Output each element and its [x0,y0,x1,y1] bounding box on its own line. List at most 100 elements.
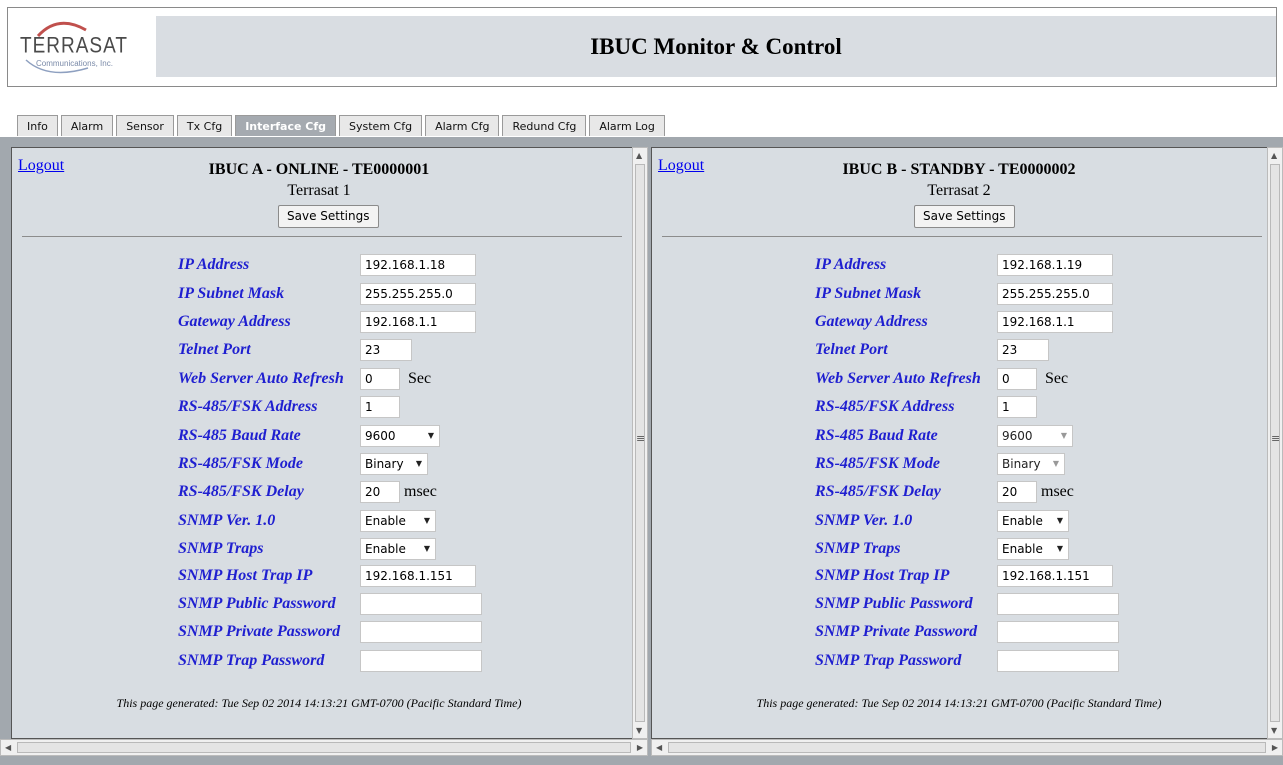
ip-address-field[interactable]: 192.168.1.19 [997,254,1113,276]
trap-password-field[interactable] [997,650,1119,672]
save-settings-button[interactable]: Save Settings [914,205,1015,228]
logo-name: TERRASAT [20,34,128,59]
auto-refresh-field[interactable]: 0 [360,368,400,390]
scroll-thumb[interactable] [668,742,1266,753]
tab-tx-cfg[interactable]: Tx Cfg [176,115,233,136]
label-baud-rate: RS-485 Baud Rate [178,427,301,444]
title-bar: IBUC Monitor & Control [156,16,1276,77]
save-settings-button[interactable]: Save Settings [278,205,379,228]
label-public-password: SNMP Public Password [815,595,973,612]
label-trap-password: SNMP Trap Password [815,652,962,669]
generated-timestamp: This page generated: Tue Sep 02 2014 14:… [116,696,522,710]
scroll-up-icon[interactable]: ▲ [1271,151,1277,160]
tab-sensor[interactable]: Sensor [116,115,174,136]
scroll-up-icon[interactable]: ▲ [636,151,642,160]
label-ip-address: IP Address [815,256,887,273]
snmp-version-value: Enable [1002,514,1043,528]
baud-rate-select[interactable]: 9600 ▼ [997,425,1073,447]
scroll-right-icon[interactable]: ▶ [637,743,643,752]
label-host-trap-ip: SNMP Host Trap IP [815,567,950,584]
logo-subtitle: Communications, Inc. [36,59,113,68]
scroll-left-icon[interactable]: ◀ [656,743,662,752]
snmp-version-select[interactable]: Enable ▼ [997,510,1069,532]
label-subnet-mask: IP Subnet Mask [815,285,922,302]
fsk-mode-select[interactable]: Binary ▼ [360,453,428,475]
company-logo: TERRASAT Communications, Inc. [8,8,156,86]
chevron-down-icon: ▼ [1056,516,1063,525]
snmp-traps-value: Enable [1002,542,1043,556]
unit-name: Terrasat 2 [927,182,991,199]
scroll-left-icon[interactable]: ◀ [5,743,11,752]
scroll-down-icon[interactable]: ▼ [636,726,642,735]
generated-timestamp: This page generated: Tue Sep 02 2014 14:… [756,696,1162,710]
public-password-field[interactable] [997,593,1119,615]
subnet-mask-field[interactable]: 255.255.255.0 [997,283,1113,305]
subnet-mask-field[interactable]: 255.255.255.0 [360,283,476,305]
auto-refresh-field[interactable]: 0 [997,368,1037,390]
label-trap-password: SNMP Trap Password [178,652,325,669]
label-fsk-mode: RS-485/FSK Mode [815,455,940,472]
unit-msec: msec [1041,483,1074,500]
vertical-scrollbar-b[interactable]: ▲ ≡ ▼ [1267,147,1283,739]
tab-redund-cfg[interactable]: Redund Cfg [502,115,587,136]
horizontal-scrollbar-b[interactable]: ◀ ▶ [651,739,1283,756]
label-gateway: Gateway Address [178,313,291,330]
fsk-delay-field[interactable]: 20 [360,481,400,503]
baud-rate-value: 9600 [365,429,396,443]
unit-title: IBUC B - STANDBY - TE0000002 [842,161,1076,178]
label-rs485-address: RS-485/FSK Address [178,398,318,415]
chevron-down-icon: ▼ [427,431,434,440]
telnet-port-field[interactable]: 23 [360,339,412,361]
scroll-right-icon[interactable]: ▶ [1272,743,1278,752]
label-rs485-address: RS-485/FSK Address [815,398,955,415]
fsk-mode-select[interactable]: Binary ▼ [997,453,1065,475]
label-private-password: SNMP Private Password [178,623,341,640]
host-trap-ip-field[interactable]: 192.168.1.151 [997,565,1113,587]
snmp-version-select[interactable]: Enable ▼ [360,510,436,532]
snmp-traps-select[interactable]: Enable ▼ [360,538,436,560]
ip-address-field[interactable]: 192.168.1.18 [360,254,476,276]
scroll-thumb[interactable] [17,742,631,753]
fsk-mode-value: Binary [1002,457,1041,471]
unit-title: IBUC A - ONLINE - TE0000001 [208,161,430,178]
host-trap-ip-field[interactable]: 192.168.1.151 [360,565,476,587]
label-gateway: Gateway Address [815,313,928,330]
tab-alarm[interactable]: Alarm [60,115,114,136]
tab-info[interactable]: Info [17,115,58,136]
grip-icon: ≡ [636,432,646,445]
horizontal-scrollbar-a[interactable]: ◀ ▶ [0,739,648,756]
gateway-field[interactable]: 192.168.1.1 [360,311,476,333]
tab-interface-cfg[interactable]: Interface Cfg [235,115,337,136]
scroll-down-icon[interactable]: ▼ [1271,726,1277,735]
snmp-traps-select[interactable]: Enable ▼ [997,538,1069,560]
chevron-down-icon: ▼ [423,544,430,553]
divider [22,236,622,237]
chevron-down-icon: ▼ [415,459,422,468]
fsk-delay-field[interactable]: 20 [997,481,1037,503]
private-password-field[interactable] [360,621,482,643]
rs485-address-field[interactable]: 1 [360,396,400,418]
chevron-down-icon: ▼ [1056,544,1063,553]
trap-password-field[interactable] [360,650,482,672]
private-password-field[interactable] [997,621,1119,643]
tab-alarm-cfg[interactable]: Alarm Cfg [425,115,500,136]
snmp-version-value: Enable [365,514,406,528]
gateway-field[interactable]: 192.168.1.1 [997,311,1113,333]
label-snmp-traps: SNMP Traps [815,540,901,557]
label-telnet-port: Telnet Port [815,341,888,358]
panel-ibuc-b: Logout IBUC B - STANDBY - TE0000002 Terr… [651,147,1277,739]
label-telnet-port: Telnet Port [178,341,251,358]
snmp-traps-value: Enable [365,542,406,556]
page-title: IBUC Monitor & Control [590,33,842,59]
tab-system-cfg[interactable]: System Cfg [339,115,423,136]
baud-rate-value: 9600 [1002,429,1033,443]
panel-ibuc-a: Logout IBUC A - ONLINE - TE0000001 Terra… [11,147,637,739]
tab-bar: Info Alarm Sensor Tx Cfg Interface Cfg S… [17,115,668,137]
vertical-scrollbar-a[interactable]: ▲ ≡ ▼ [632,147,648,739]
tab-alarm-log[interactable]: Alarm Log [589,115,665,136]
public-password-field[interactable] [360,593,482,615]
baud-rate-select[interactable]: 9600 ▼ [360,425,440,447]
label-auto-refresh: Web Server Auto Refresh [815,370,981,387]
telnet-port-field[interactable]: 23 [997,339,1049,361]
rs485-address-field[interactable]: 1 [997,396,1037,418]
